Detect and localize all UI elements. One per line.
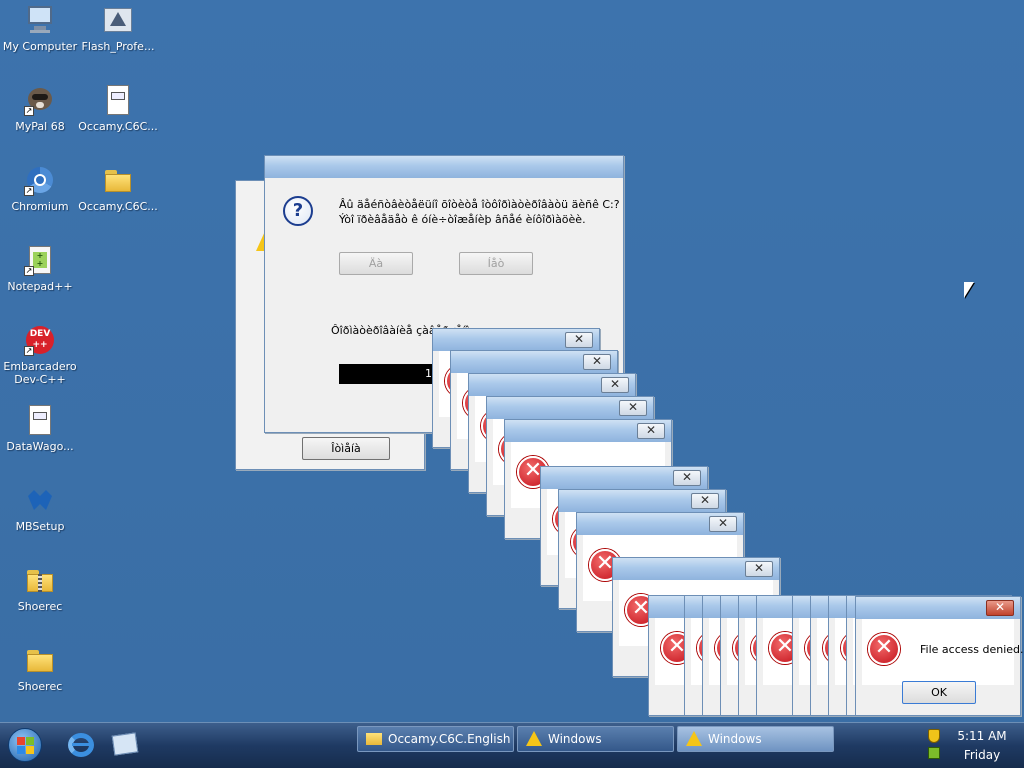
close-icon[interactable]: ✕ bbox=[637, 423, 665, 439]
folder-icon bbox=[24, 644, 56, 676]
desktop-icon-embarcadero[interactable]: DEV ++ ↗ Embarcadero Dev-C++ bbox=[0, 324, 80, 386]
warning-icon bbox=[686, 731, 702, 746]
flash-installer-icon bbox=[102, 4, 134, 36]
dialog-titlebar[interactable]: ✕ bbox=[487, 397, 653, 419]
error-icon: ✕ bbox=[868, 633, 900, 665]
desktop-icon-label: Notepad++ bbox=[7, 280, 73, 293]
close-icon[interactable]: ✕ bbox=[619, 400, 647, 416]
dialog-titlebar[interactable] bbox=[265, 156, 623, 178]
desktop-icon-label: Shoerec bbox=[17, 600, 63, 613]
dialog-titlebar[interactable]: ✕ bbox=[541, 467, 707, 489]
zip-folder-icon bbox=[24, 564, 56, 596]
dialog-titlebar[interactable]: ✕ bbox=[451, 351, 617, 373]
dialog-titlebar[interactable]: ✕ bbox=[505, 420, 671, 442]
desktop-icon-label: Shoerec bbox=[17, 680, 63, 693]
taskbar-button-occamy[interactable]: Occamy.C6C.English bbox=[357, 726, 514, 752]
document-icon bbox=[102, 84, 134, 116]
yes-button[interactable]: Äà bbox=[339, 252, 413, 275]
shortcut-arrow-icon: ↗ bbox=[24, 186, 34, 196]
notepadpp-plus-glyph: + + bbox=[33, 252, 47, 268]
desktop-icon-mypal[interactable]: ↗ MyPal 68 bbox=[0, 84, 80, 133]
close-icon[interactable]: ✕ bbox=[745, 561, 773, 577]
dialog-titlebar[interactable]: ✕ bbox=[613, 558, 779, 580]
desktop-icon-chromium[interactable]: ↗ Chromium bbox=[0, 164, 80, 213]
desktop-icon-my-computer[interactable]: My Computer bbox=[0, 4, 80, 53]
devcpp-icon: DEV ++ ↗ bbox=[24, 324, 56, 356]
computer-icon bbox=[24, 4, 56, 36]
dialog-titlebar[interactable]: ✕ bbox=[433, 329, 599, 351]
desktop: My Computer Flash_Profe... ↗ MyPal 68 Oc… bbox=[0, 0, 1024, 722]
chromium-icon: ↗ bbox=[24, 164, 56, 196]
desktop-icon-occamy-folder[interactable]: Occamy.C6C... bbox=[78, 164, 158, 213]
ok-button[interactable]: OK bbox=[902, 681, 976, 704]
tray-network-icon[interactable] bbox=[928, 747, 940, 759]
desktop-icon-label: Embarcadero Dev-C++ bbox=[3, 360, 77, 386]
notepadpp-icon: + + ↗ bbox=[24, 244, 56, 276]
desktop-icon-mbsetup[interactable]: MBSetup bbox=[0, 484, 80, 533]
mouse-cursor-icon bbox=[964, 282, 974, 298]
desktop-icon-datawagon[interactable]: DataWago... bbox=[0, 404, 80, 453]
progress-value: 1 bbox=[425, 367, 432, 380]
question-icon: ? bbox=[283, 196, 313, 226]
close-icon[interactable]: ✕ bbox=[691, 493, 719, 509]
desktop-icon-label: DataWago... bbox=[6, 440, 74, 453]
desktop-icon-label: Occamy.C6C... bbox=[78, 120, 158, 133]
dialog-titlebar[interactable]: ✕ bbox=[856, 597, 1020, 619]
desktop-icon-label: MyPal 68 bbox=[15, 120, 65, 133]
taskbar-button-label: Windows bbox=[708, 732, 762, 746]
close-icon[interactable]: ✕ bbox=[583, 354, 611, 370]
close-icon[interactable]: ✕ bbox=[565, 332, 593, 348]
taskbar: Occamy.C6C.English Windows Windows 5:11 … bbox=[0, 722, 1024, 768]
taskbar-button-windows-2[interactable]: Windows bbox=[677, 726, 834, 752]
taskbar-button-label: Occamy.C6C.English bbox=[388, 732, 511, 746]
close-icon[interactable]: ✕ bbox=[673, 470, 701, 486]
folder-icon bbox=[366, 733, 382, 745]
shortcut-arrow-icon: ↗ bbox=[24, 106, 34, 116]
folder-icon bbox=[102, 164, 134, 196]
error-message: File access denied. bbox=[920, 643, 1024, 656]
internet-explorer-icon[interactable] bbox=[66, 729, 96, 759]
clock-time[interactable]: 5:11 AM bbox=[952, 729, 1012, 743]
desktop-icon-shoerec-zip[interactable]: Shoerec bbox=[0, 564, 80, 613]
desktop-icon-label: MBSetup bbox=[15, 520, 65, 533]
taskbar-button-windows-1[interactable]: Windows bbox=[517, 726, 674, 752]
dialog-titlebar[interactable]: ✕ bbox=[469, 374, 635, 396]
close-icon[interactable]: ✕ bbox=[601, 377, 629, 393]
desktop-icon-label: Flash_Profe... bbox=[81, 40, 155, 53]
desktop-icon-label: Chromium bbox=[11, 200, 69, 213]
desktop-icon-shoerec-folder[interactable]: Shoerec bbox=[0, 644, 80, 693]
dialog-message-line2: Ýòî ïðèâåäåò ê óíè÷òîæåíèþ âñåé èíôîðìàö… bbox=[339, 213, 586, 226]
desktop-icon-label: My Computer bbox=[2, 40, 78, 53]
shortcut-arrow-icon: ↗ bbox=[24, 266, 34, 276]
malwarebytes-icon bbox=[24, 484, 56, 516]
desktop-icon-occamy-file[interactable]: Occamy.C6C... bbox=[78, 84, 158, 133]
no-button[interactable]: Íåò bbox=[459, 252, 533, 275]
dialog-titlebar[interactable]: ✕ bbox=[577, 513, 743, 535]
start-button-icon[interactable] bbox=[8, 728, 42, 762]
clock-day[interactable]: Friday bbox=[952, 748, 1012, 762]
warning-icon bbox=[526, 731, 542, 746]
dialog-titlebar[interactable]: ✕ bbox=[559, 490, 725, 512]
document-icon bbox=[24, 404, 56, 436]
mypal-raccoon-icon: ↗ bbox=[24, 84, 56, 116]
cancel-button[interactable]: Îòìåíà bbox=[302, 437, 390, 460]
desktop-icon-flash-professional[interactable]: Flash_Profe... bbox=[78, 4, 158, 53]
close-icon[interactable]: ✕ bbox=[986, 600, 1014, 616]
error-dialog[interactable]: ✕ ✕ File access denied. OK bbox=[855, 596, 1024, 716]
shortcut-arrow-icon: ↗ bbox=[24, 346, 34, 356]
dialog-message-line1: Âû äåéñòâèòåëüíî õîòèòå îòôîðìàòèðîâàòü … bbox=[339, 198, 620, 211]
show-desktop-icon[interactable] bbox=[110, 729, 140, 759]
tray-security-icon[interactable] bbox=[928, 729, 940, 743]
taskbar-button-label: Windows bbox=[548, 732, 602, 746]
close-icon[interactable]: ✕ bbox=[709, 516, 737, 532]
desktop-icon-notepadpp[interactable]: + + ↗ Notepad++ bbox=[0, 244, 80, 293]
desktop-icon-label: Occamy.C6C... bbox=[78, 200, 158, 213]
